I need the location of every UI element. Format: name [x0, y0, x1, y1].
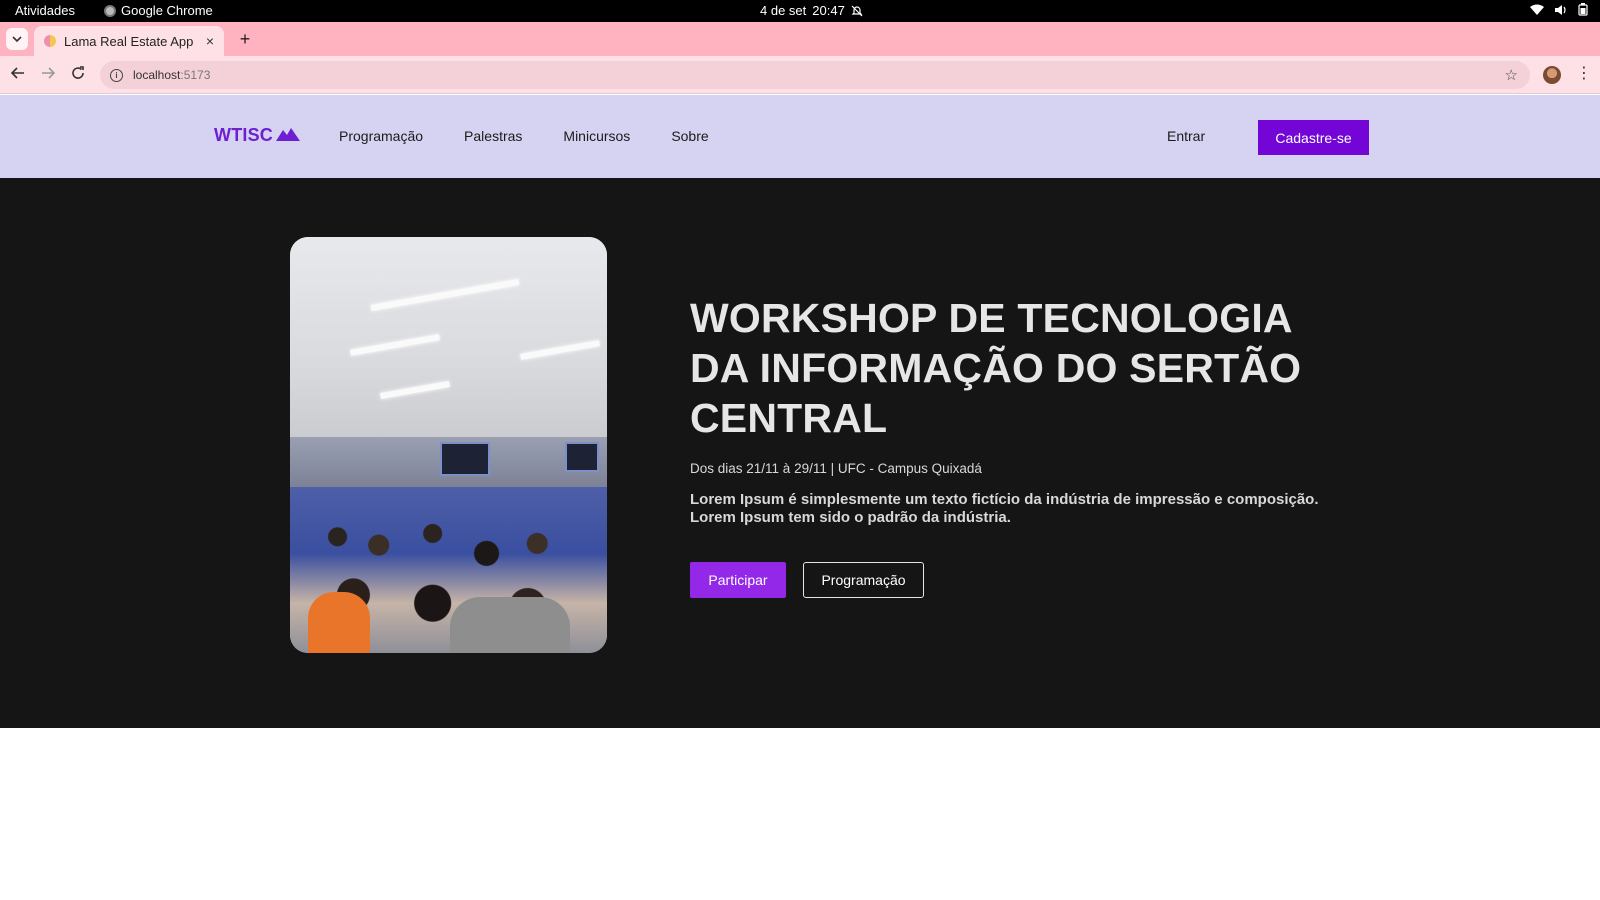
main-nav: Programação Palestras Minicursos Sobre: [339, 128, 709, 144]
tab-title: Lama Real Estate App: [64, 33, 194, 49]
kebab-menu-icon[interactable]: ⋮: [1576, 64, 1592, 84]
tab-strip: Lama Real Estate App × +: [0, 22, 1600, 56]
volume-icon: [1554, 4, 1568, 16]
photo-projector-screen: [565, 442, 599, 472]
app-menu[interactable]: Google Chrome: [104, 3, 213, 18]
back-button[interactable]: [8, 65, 28, 85]
chevron-down-icon: [12, 30, 22, 48]
nav-link-palestras[interactable]: Palestras: [464, 128, 522, 144]
url-port: :5173: [180, 68, 211, 82]
tab-search-button[interactable]: [6, 28, 28, 50]
activities-button[interactable]: Atividades: [15, 3, 75, 18]
site-header: WTISC Programação Palestras Minicursos S…: [0, 95, 1600, 178]
arrow-left-icon: [10, 66, 25, 85]
hero-section: WORKSHOP DE TECNOLOGIA DA INFORMAÇÃO DO …: [0, 178, 1600, 728]
logo-text: WTISC: [214, 125, 273, 145]
photo-audience-member: [308, 592, 370, 653]
address-bar[interactable]: i localhost:5173 ☆: [100, 61, 1530, 89]
nav-link-minicursos[interactable]: Minicursos: [563, 128, 630, 144]
chrome-icon: [104, 4, 116, 17]
hero-description: Lorem Ipsum é simplesmente um texto fict…: [690, 491, 1330, 527]
hero-title-line: DA INFORMAÇÃO DO SERTÃO: [690, 345, 1302, 391]
event-date-location: Dos dias 21/11 à 29/11 | UFC - Campus Qu…: [690, 461, 982, 476]
photo-projector-screen: [440, 442, 490, 476]
system-tray[interactable]: [1530, 3, 1588, 16]
arrow-right-icon: [41, 66, 56, 85]
hero-title-line: WORKSHOP DE TECNOLOGIA: [690, 295, 1293, 341]
info-icon[interactable]: i: [110, 68, 123, 82]
hero-description-line: Lorem Ipsum é simplesmente um texto fict…: [690, 491, 1319, 508]
forward-button[interactable]: [38, 65, 58, 85]
new-tab-button[interactable]: +: [234, 28, 256, 50]
nav-link-sobre[interactable]: Sobre: [671, 128, 708, 144]
photo-ceiling: [290, 237, 607, 447]
mountain-icon: [276, 125, 300, 146]
reload-icon: [71, 65, 85, 85]
clock-date: 4 de set: [760, 3, 807, 18]
favicon-icon: [44, 35, 56, 47]
reload-button[interactable]: [68, 65, 88, 85]
hero-description-line: Lorem Ipsum tem sido o padrão da indústr…: [690, 509, 1011, 526]
hero-title: WORKSHOP DE TECNOLOGIA DA INFORMAÇÃO DO …: [690, 293, 1330, 443]
schedule-button[interactable]: Programação: [803, 562, 924, 598]
browser-toolbar: i localhost:5173 ☆ ⋮: [0, 56, 1600, 94]
photo-audience-member: [450, 597, 570, 653]
url-host: localhost: [133, 68, 181, 82]
wifi-icon: [1530, 4, 1544, 16]
signup-button[interactable]: Cadastre-se: [1258, 120, 1369, 155]
login-link[interactable]: Entrar: [1167, 128, 1205, 144]
participate-button[interactable]: Participar: [690, 562, 786, 598]
site-logo[interactable]: WTISC: [214, 125, 300, 146]
nav-link-programacao[interactable]: Programação: [339, 128, 423, 144]
os-top-bar: Atividades Google Chrome 4 de set 20:47: [0, 0, 1600, 22]
browser-tab[interactable]: Lama Real Estate App ×: [34, 26, 224, 56]
hero-title-line: CENTRAL: [690, 395, 888, 441]
app-name: Google Chrome: [121, 3, 213, 18]
event-photo: [290, 237, 607, 653]
profile-avatar[interactable]: [1543, 66, 1561, 84]
close-tab-button[interactable]: ×: [206, 33, 214, 49]
star-icon[interactable]: ☆: [1505, 66, 1518, 84]
clock[interactable]: 4 de set 20:47: [760, 3, 863, 18]
clock-time: 20:47: [812, 3, 845, 18]
battery-icon: [1578, 3, 1588, 16]
bell-off-icon: [851, 5, 863, 17]
